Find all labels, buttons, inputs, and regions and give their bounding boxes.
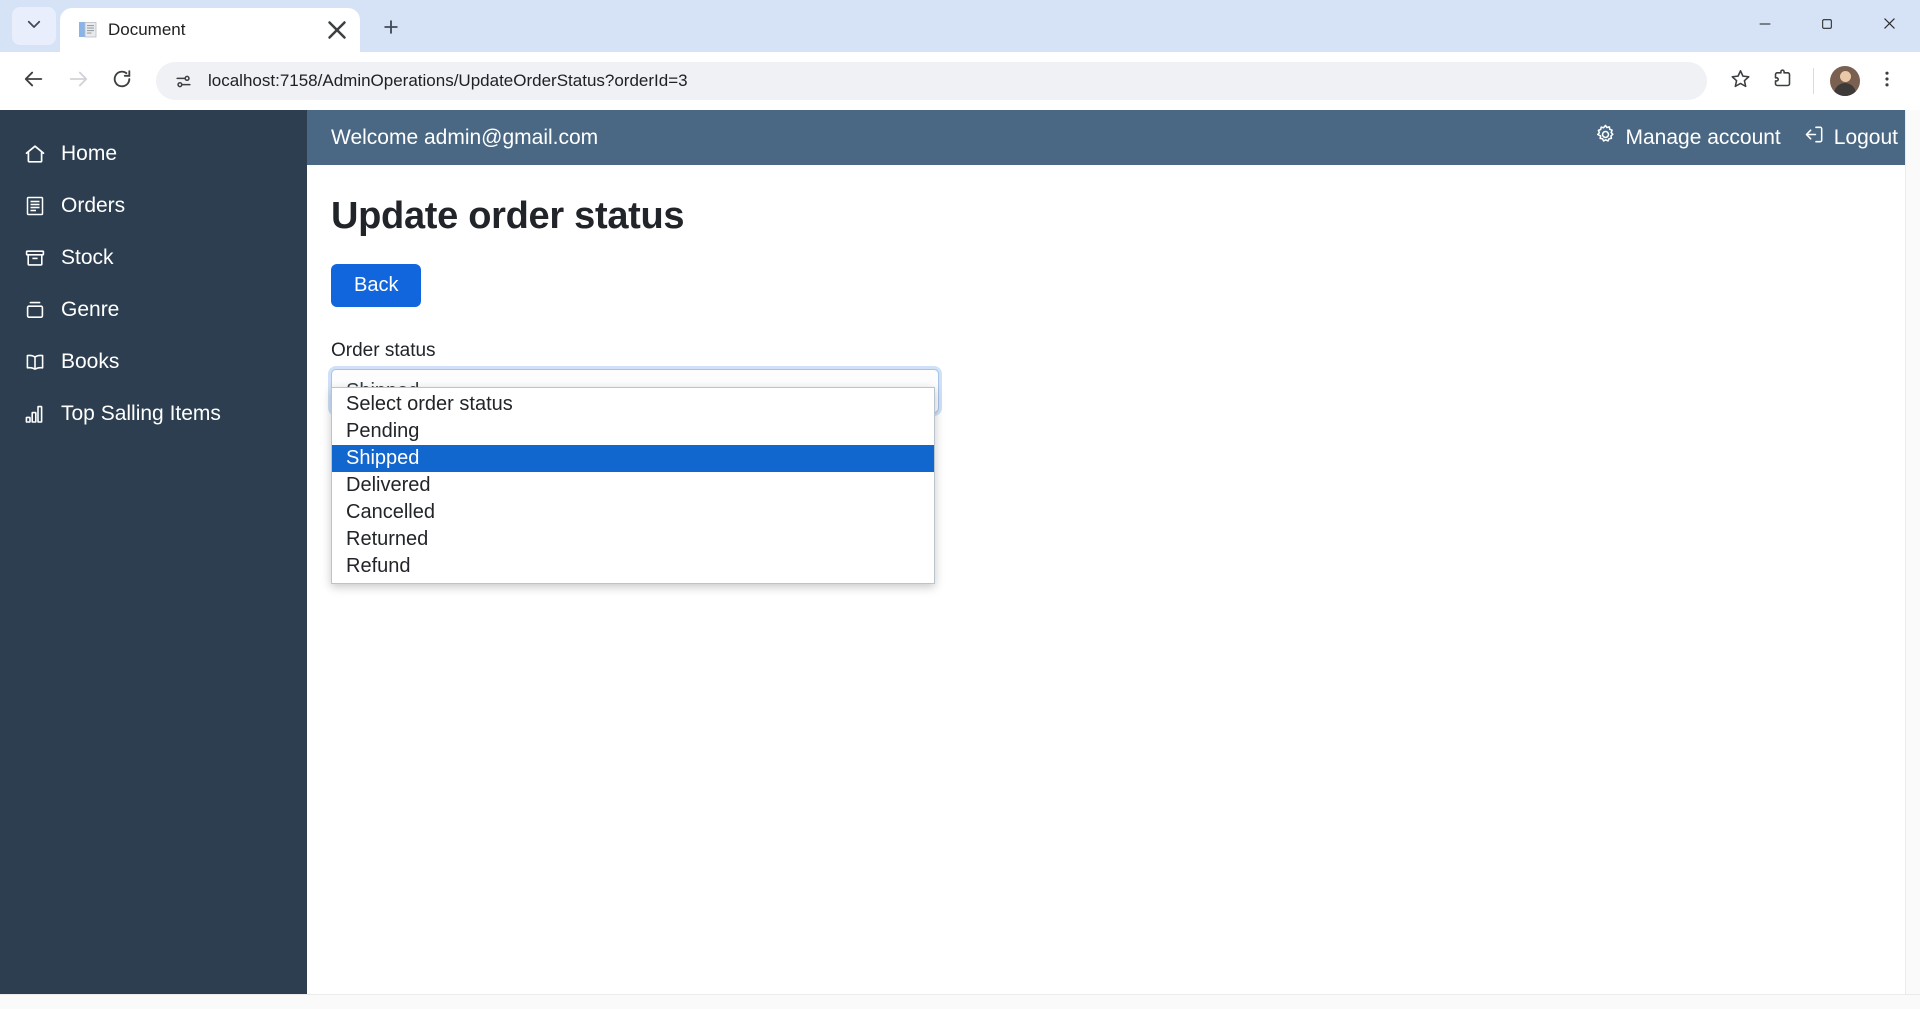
content-area: Welcome admin@gmail.com Manage account L… [307, 110, 1920, 1009]
tab-search-button[interactable] [12, 7, 56, 45]
tab-close-button[interactable] [322, 15, 352, 45]
sidebar-item-label: Orders [61, 194, 126, 217]
toolbar-divider [1813, 68, 1814, 94]
reload-button[interactable] [102, 61, 142, 101]
browser-tab[interactable]: Document [60, 8, 360, 52]
page-viewport: Home Orders Stock Genre Books Top Sallin… [0, 110, 1920, 1009]
tune-sliders-icon[interactable] [168, 66, 198, 96]
page-title: Update order status [331, 195, 685, 237]
dropdown-option[interactable]: Returned [332, 526, 934, 553]
browser-toolbar: localhost:7158/AdminOperations/UpdateOrd… [0, 52, 1920, 110]
dropdown-option-selected[interactable]: Shipped [332, 445, 934, 472]
sidebar-item-label: Home [61, 142, 118, 165]
forward-navigation-button[interactable] [58, 61, 98, 101]
address-bar[interactable]: localhost:7158/AdminOperations/UpdateOrd… [156, 62, 1707, 100]
dropdown-option[interactable]: Select order status [332, 391, 934, 418]
manage-account-label: Manage account [1625, 125, 1781, 149]
open-book-icon [22, 349, 48, 375]
bar-chart-icon [22, 401, 48, 427]
sidebar-item-stock[interactable]: Stock [0, 232, 307, 284]
dropdown-option[interactable]: Pending [332, 418, 934, 445]
sidebar-item-label: Stock [61, 246, 114, 269]
document-favicon [78, 20, 98, 40]
back-button[interactable]: Back [331, 264, 422, 307]
browser-menu-button[interactable] [1868, 62, 1906, 100]
profile-button[interactable] [1826, 62, 1864, 100]
horizontal-scrollbar[interactable] [0, 994, 1920, 1009]
tab-strip: Document [0, 0, 1920, 52]
window-close-button[interactable] [1858, 0, 1920, 52]
extensions-icon [1772, 68, 1793, 94]
top-bar-actions: Manage account Logout [1594, 123, 1898, 152]
order-status-field-group: Order status Shipped Select order status… [331, 340, 939, 584]
extensions-button[interactable] [1763, 62, 1801, 100]
sidebar-item-orders[interactable]: Orders [0, 180, 307, 232]
three-dots-menu-icon [1877, 69, 1897, 94]
chevron-down-icon [25, 15, 43, 38]
bookmark-button[interactable] [1721, 62, 1759, 100]
reload-icon [111, 68, 133, 95]
sidebar-item-label: Books [61, 350, 120, 373]
main-panel: Update order status Back Order status Sh… [307, 165, 1920, 1009]
plus-icon [381, 17, 401, 42]
arrow-left-icon [23, 68, 45, 95]
order-status-label: Order status [331, 340, 436, 361]
top-bar: Welcome admin@gmail.com Manage account L… [307, 110, 1920, 165]
minimize-icon [1757, 16, 1773, 37]
tab-title: Document [108, 20, 186, 39]
sidebar-item-books[interactable]: Books [0, 336, 307, 388]
arrow-right-icon [67, 68, 89, 95]
logout-label: Logout [1833, 125, 1898, 149]
gear-icon [1594, 123, 1617, 152]
sidebar-item-label: Genre [61, 298, 120, 321]
logout-icon [1803, 123, 1826, 152]
receipt-list-icon [22, 193, 48, 219]
logout-link[interactable]: Logout [1803, 123, 1898, 152]
back-navigation-button[interactable] [14, 61, 54, 101]
dropdown-option[interactable]: Delivered [332, 472, 934, 499]
url-text: localhost:7158/AdminOperations/UpdateOrd… [208, 71, 688, 90]
new-tab-button[interactable] [370, 8, 412, 50]
sidebar: Home Orders Stock Genre Books Top Sallin… [0, 110, 307, 1009]
browser-window: Document localhost:7158/AdminOperations/… [0, 0, 1920, 1009]
star-icon [1730, 68, 1751, 94]
maximize-button[interactable] [1796, 0, 1858, 52]
avatar [1830, 66, 1860, 96]
dropdown-option[interactable]: Cancelled [332, 499, 934, 526]
sidebar-item-home[interactable]: Home [0, 128, 307, 180]
vertical-scrollbar[interactable] [1905, 110, 1920, 1009]
dropdown-option[interactable]: Refund [332, 553, 934, 580]
welcome-text: Welcome admin@gmail.com [331, 125, 599, 149]
sidebar-item-genre[interactable]: Genre [0, 284, 307, 336]
box-archive-icon [22, 245, 48, 271]
maximize-icon [1819, 16, 1835, 37]
order-status-dropdown-list: Select order status Pending Shipped Deli… [331, 387, 935, 584]
home-icon [22, 141, 48, 167]
sidebar-item-label: Top Salling Items [61, 402, 221, 425]
minimize-button[interactable] [1734, 0, 1796, 52]
window-controls [1734, 0, 1920, 52]
window-close-icon [1881, 15, 1898, 37]
archive-box-icon [22, 297, 48, 323]
sidebar-item-top-salling-items[interactable]: Top Salling Items [0, 388, 307, 440]
manage-account-link[interactable]: Manage account [1594, 123, 1781, 152]
